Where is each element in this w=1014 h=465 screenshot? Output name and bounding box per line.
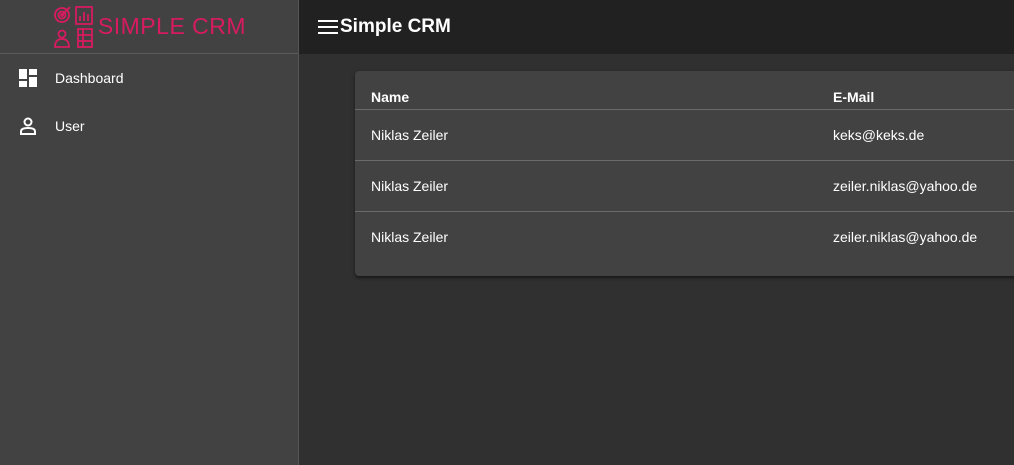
cell-name: Niklas Zeiler <box>371 228 449 245</box>
dashboard-icon <box>18 68 38 88</box>
logo-area: SIMPLE CRM <box>0 0 298 54</box>
person-icon <box>18 116 38 136</box>
table-row[interactable]: Niklas Zeiler zeiler.niklas@yahoo.de <box>355 160 1014 212</box>
user-table: Name E-Mail Niklas Zeiler keks@keks.de N… <box>355 71 1014 262</box>
table-row[interactable]: Niklas Zeiler keks@keks.de <box>355 109 1014 161</box>
cell-email: zeiler.niklas@yahoo.de <box>833 228 978 245</box>
sidebar-item-label: User <box>55 118 85 134</box>
sidebar-item-label: Dashboard <box>55 70 124 86</box>
cell-email: zeiler.niklas@yahoo.de <box>817 160 1014 212</box>
user-table-card: Name E-Mail Niklas Zeiler keks@keks.de N… <box>355 71 1014 276</box>
column-header-email[interactable]: E-Mail <box>817 71 1014 110</box>
column-header-name[interactable]: Name <box>355 71 817 110</box>
app-title: Simple CRM <box>340 16 451 37</box>
cell-name: Niklas Zeiler <box>355 109 817 161</box>
sidebar-nav: Dashboard User <box>0 54 298 150</box>
cell-name: Niklas Zeiler <box>355 160 817 212</box>
table-header-row: Name E-Mail <box>355 71 1014 110</box>
top-toolbar: Simple CRM <box>299 0 1014 54</box>
sidebar: SIMPLE CRM Dashboard User <box>0 0 299 465</box>
menu-icon[interactable] <box>317 16 339 38</box>
crm-logo-icon <box>54 5 93 48</box>
logo[interactable]: SIMPLE CRM <box>52 5 246 49</box>
cell-email: keks@keks.de <box>817 109 1014 161</box>
logo-text: SIMPLE CRM <box>97 13 247 39</box>
sidebar-item-dashboard[interactable]: Dashboard <box>0 54 298 102</box>
sidebar-item-user[interactable]: User <box>0 102 298 150</box>
table-row[interactable]: Niklas Zeiler zeiler.niklas@yahoo.de <box>355 211 1014 262</box>
